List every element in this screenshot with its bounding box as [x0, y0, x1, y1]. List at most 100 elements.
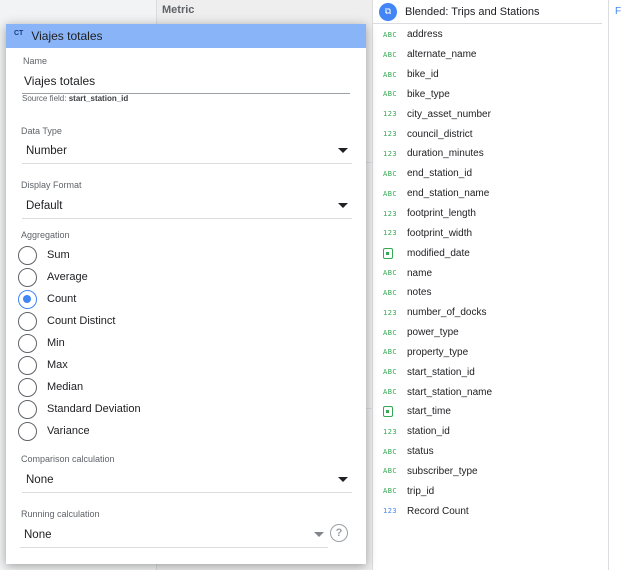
text-type-icon: ABC: [383, 348, 398, 357]
field-item[interactable]: ABC bike_id: [373, 65, 608, 85]
help-icon[interactable]: ?: [330, 524, 348, 542]
running-value: None: [24, 528, 52, 541]
radio-button[interactable]: [18, 355, 37, 375]
field-name: start_station_name: [407, 386, 493, 398]
field-item[interactable]: ABC alternate_name: [373, 45, 608, 65]
data-source-name: Blended: Trips and Stations: [405, 5, 540, 18]
field-name: end_station_name: [407, 188, 490, 200]
data-type-value: Number: [26, 144, 67, 157]
aggregation-option[interactable]: Variance: [18, 420, 141, 442]
number-type-icon: 123: [383, 209, 398, 218]
comparison-select[interactable]: None: [22, 467, 352, 493]
field-name: city_asset_number: [407, 108, 491, 120]
aggregation-option[interactable]: Median: [18, 376, 141, 398]
field-name: duration_minutes: [407, 148, 484, 160]
field-name: Record Count: [407, 505, 469, 517]
text-type-icon: ABC: [383, 269, 398, 278]
comparison-value: None: [26, 473, 54, 486]
dialog-header: CT Viajes totales: [6, 24, 366, 48]
aggregation-option[interactable]: Count: [18, 288, 141, 310]
caret-down-icon: [338, 203, 348, 208]
field-item[interactable]: 123 number_of_docks: [373, 303, 608, 323]
aggregation-option-label: Standard Deviation: [47, 403, 141, 415]
radio-button[interactable]: [18, 421, 37, 441]
field-item[interactable]: ABC subscriber_type: [373, 462, 608, 482]
radio-button[interactable]: [18, 311, 37, 331]
panel-tab-letter[interactable]: F: [615, 6, 621, 17]
aggregation-option[interactable]: Max: [18, 354, 141, 376]
field-item[interactable]: ABC power_type: [373, 323, 608, 343]
running-label: Running calculation: [21, 509, 100, 519]
field-item[interactable]: 123 duration_minutes: [373, 144, 608, 164]
data-type-select[interactable]: Number: [22, 138, 352, 164]
number-type-icon: 123: [383, 229, 398, 238]
field-name: notes: [407, 287, 432, 299]
data-source-header[interactable]: ⧉ Blended: Trips and Stations: [373, 0, 602, 24]
field-name: footprint_length: [407, 208, 476, 220]
field-item[interactable]: 123 city_asset_number: [373, 104, 608, 124]
text-type-icon: ABC: [383, 288, 398, 297]
text-type-icon: ABC: [383, 189, 398, 198]
field-name: property_type: [407, 346, 469, 358]
field-name: bike_id: [407, 69, 439, 81]
field-name: subscriber_type: [407, 465, 478, 477]
field-item[interactable]: ABC address: [373, 25, 608, 45]
field-item[interactable]: ABC end_station_name: [373, 184, 608, 204]
aggregation-option[interactable]: Count Distinct: [18, 310, 141, 332]
text-type-icon: ABC: [383, 90, 398, 99]
field-name: council_district: [407, 128, 473, 140]
field-item[interactable]: ABC trip_id: [373, 481, 608, 501]
properties-panel-edge: F: [609, 0, 622, 570]
radio-button[interactable]: [18, 399, 37, 419]
field-item[interactable]: ABC name: [373, 263, 608, 283]
field-item[interactable]: 123 station_id: [373, 422, 608, 442]
aggregation-option[interactable]: Average: [18, 266, 141, 288]
field-item[interactable]: ABC notes: [373, 283, 608, 303]
field-item[interactable]: modified_date: [373, 243, 608, 263]
field-item[interactable]: 123 footprint_length: [373, 204, 608, 224]
aggregation-option[interactable]: Sum: [18, 244, 141, 266]
metric-header: Metric: [162, 4, 195, 16]
field-name: address: [407, 29, 443, 41]
name-label: Name: [23, 56, 48, 66]
field-item[interactable]: ABC bike_type: [373, 85, 608, 105]
source-field-label: Source field:: [22, 94, 67, 103]
caret-down-icon: [314, 532, 324, 537]
field-item[interactable]: ABC property_type: [373, 343, 608, 363]
text-type-icon: ABC: [383, 388, 398, 397]
field-name-input[interactable]: Viajes totales: [22, 68, 350, 94]
number-type-icon: 123: [383, 507, 398, 516]
aggregation-option[interactable]: Min: [18, 332, 141, 354]
number-type-icon: 123: [383, 427, 398, 436]
field-name: trip_id: [407, 485, 435, 497]
radio-button[interactable]: [18, 289, 37, 309]
display-format-label: Display Format: [21, 180, 82, 190]
field-item[interactable]: ABC start_station_id: [373, 362, 608, 382]
running-select[interactable]: None: [20, 522, 328, 548]
text-type-icon: ABC: [383, 328, 398, 337]
caret-down-icon: [338, 148, 348, 153]
field-name: number_of_docks: [407, 307, 487, 319]
radio-button[interactable]: [18, 377, 37, 397]
field-name: start_station_id: [407, 366, 475, 378]
aggregation-option-label: Count: [47, 293, 77, 305]
field-name: status: [407, 446, 434, 458]
aggregation-option-label: Min: [47, 337, 65, 349]
radio-button[interactable]: [18, 333, 37, 353]
field-item[interactable]: 123 footprint_width: [373, 223, 608, 243]
field-item[interactable]: 123 Record Count: [373, 501, 608, 521]
aggregation-option-label: Median: [47, 381, 84, 393]
field-item[interactable]: ABC start_station_name: [373, 382, 608, 402]
radio-button[interactable]: [18, 267, 37, 287]
comparison-label: Comparison calculation: [21, 454, 115, 464]
aggregation-option[interactable]: Standard Deviation: [18, 398, 141, 420]
field-item[interactable]: ABC status: [373, 442, 608, 462]
aggregation-option-label: Variance: [47, 425, 90, 437]
number-type-icon: 123: [383, 149, 398, 158]
display-format-select[interactable]: Default: [22, 193, 352, 219]
field-name: footprint_width: [407, 227, 473, 239]
field-item[interactable]: 123 council_district: [373, 124, 608, 144]
radio-button[interactable]: [18, 245, 37, 265]
field-item[interactable]: start_time: [373, 402, 608, 422]
field-item[interactable]: ABC end_station_id: [373, 164, 608, 184]
